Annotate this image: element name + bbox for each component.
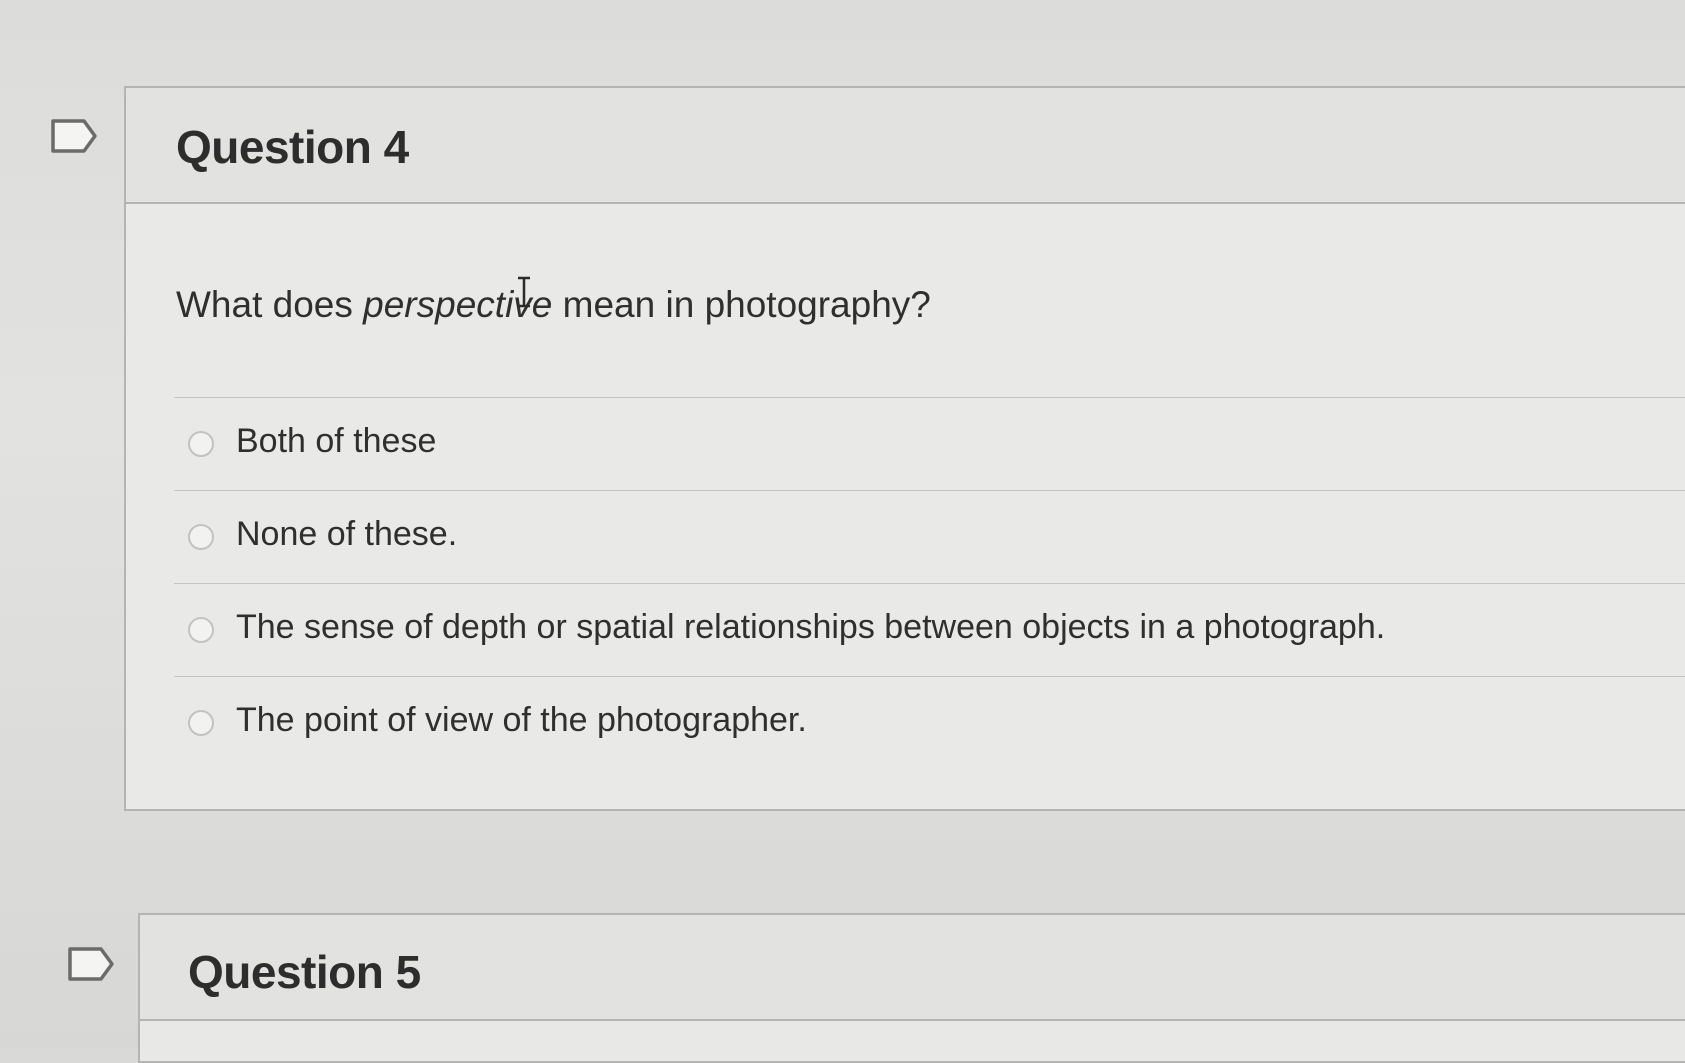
question-title: Question 4 <box>176 121 409 173</box>
flag-question-4-icon[interactable] <box>50 118 97 153</box>
answer-option-2[interactable]: None of these. <box>174 490 1685 583</box>
answer-label[interactable]: Both of these <box>236 422 436 461</box>
answer-list: Both of these None of these. The sense o… <box>174 397 1685 769</box>
question-card-4: Question 4 What does perspective mean in… <box>124 86 1685 811</box>
question-header-5: Question 5 <box>140 915 1685 1021</box>
answer-option-1[interactable]: Both of these <box>174 397 1685 490</box>
question-body-4: What does perspective mean in photograph… <box>126 204 1685 809</box>
flag-question-5-icon[interactable] <box>67 946 114 981</box>
question-header-4: Question 4 <box>126 88 1685 204</box>
text-cursor-icon <box>514 276 534 308</box>
answer-option-3[interactable]: The sense of depth or spatial relationsh… <box>174 583 1685 676</box>
answer-option-4[interactable]: The point of view of the photographer. <box>174 676 1685 769</box>
radio-unselected-icon[interactable] <box>188 431 214 457</box>
quiz-page: Question 4 What does perspective mean in… <box>0 0 1685 1063</box>
question-title: Question 5 <box>188 946 421 998</box>
answer-label[interactable]: The point of view of the photographer. <box>236 701 807 740</box>
prompt-text-before: What does <box>176 284 364 325</box>
answer-label[interactable]: The sense of depth or spatial relationsh… <box>236 608 1385 647</box>
radio-unselected-icon[interactable] <box>188 524 214 550</box>
prompt-text-after: mean in photography? <box>552 284 931 325</box>
question-prompt: What does perspective mean in photograph… <box>176 284 931 326</box>
question-card-5: Question 5 <box>138 913 1685 1063</box>
radio-unselected-icon[interactable] <box>188 617 214 643</box>
radio-unselected-icon[interactable] <box>188 710 214 736</box>
answer-label[interactable]: None of these. <box>236 515 457 554</box>
